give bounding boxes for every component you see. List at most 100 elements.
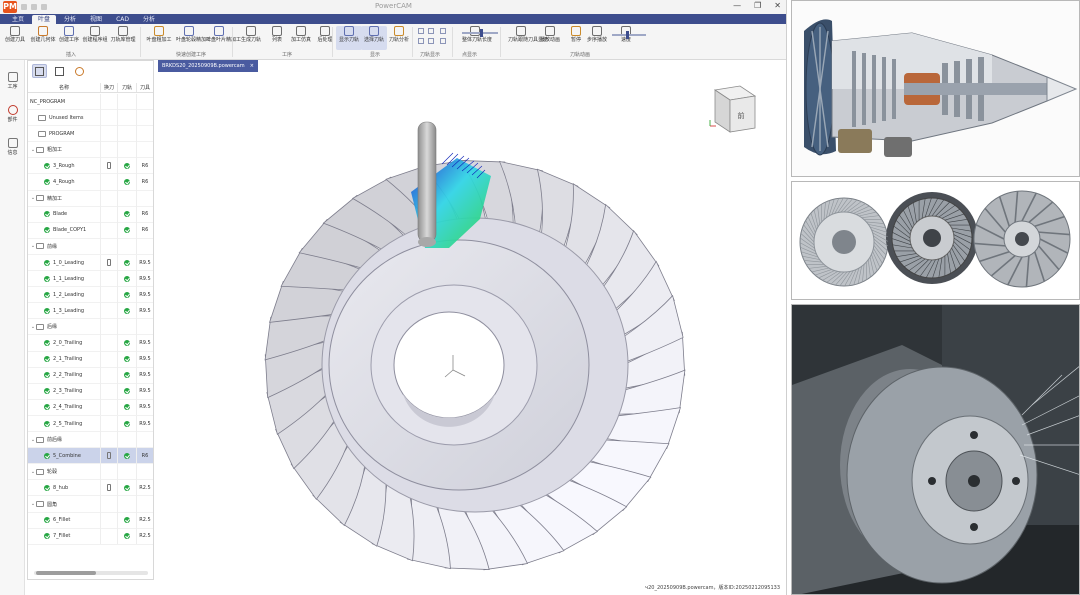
3d-viewport[interactable]: 前 ч20_20250909B.powercam，版本ID:2025021209… — [157, 72, 786, 595]
slider-handle[interactable] — [626, 31, 629, 39]
menu-tab-1[interactable]: 叶盘 — [32, 15, 57, 24]
tree-row[interactable]: 2_1_Trailing R9.5 — [28, 351, 153, 368]
tree-row-name-cell: 7_Fillet — [28, 528, 100, 544]
tree-row[interactable]: PROGRAM — [28, 125, 153, 143]
minimize-button[interactable]: — — [733, 1, 741, 10]
view-cube[interactable]: 前 — [709, 85, 757, 133]
tree-row[interactable]: Unused Items — [28, 109, 153, 127]
ribbon-button-blade-finish[interactable]: 叶盘叶片精加工 — [206, 26, 241, 43]
tree-row-tool-cell — [136, 93, 153, 110]
scrollbar-thumb[interactable] — [36, 571, 96, 575]
tree-row[interactable]: ⌄ 粗加工 — [28, 141, 153, 159]
column-tool[interactable]: 刀具 — [136, 83, 153, 92]
tree-row[interactable]: 2_2_Trailing R9.5 — [28, 367, 153, 384]
ribbon-button-blisk-rough[interactable]: 叶盘粗加工 — [146, 26, 172, 43]
tree-row[interactable]: 1_0_Leading R9.5 — [28, 254, 153, 271]
tree-row[interactable]: ⌄ 轮毂 — [28, 463, 153, 481]
slider-handle[interactable] — [480, 29, 483, 37]
tree-row[interactable]: 1_3_Leading R9.5 — [28, 302, 153, 320]
ribbon-button-simulation[interactable]: 加工仿真 — [288, 26, 314, 43]
ribbon-button-show-toolpath[interactable]: 显示刀轨 — [336, 26, 362, 50]
check-ok-icon — [44, 162, 50, 169]
ribbon-button-select-toolpath[interactable]: 选择刀轨 — [361, 26, 387, 50]
tree-row[interactable]: 2_3_Trailing R9.5 — [28, 383, 153, 400]
tree-row[interactable]: 1_1_Leading R9.5 — [28, 270, 153, 288]
menu-tab-3[interactable]: 视图 — [84, 15, 108, 24]
tree-row[interactable]: 2_0_Trailing R9.5 — [28, 335, 153, 352]
tree-row[interactable]: 2_5_Trailing R9.5 — [28, 415, 153, 432]
tab-geometry[interactable] — [72, 64, 87, 78]
maximize-button[interactable]: ❐ — [754, 1, 761, 10]
folder-icon — [36, 468, 44, 475]
close-button[interactable]: ✕ — [774, 1, 781, 10]
speed-slider[interactable] — [612, 31, 646, 39]
tree-row[interactable]: 6_Fillet R2.5 — [28, 512, 153, 529]
tree-row-tool-change-cell — [100, 367, 117, 384]
ribbon-button-post-process[interactable]: 后处理 — [312, 26, 338, 43]
tree-row-tool-change-cell — [100, 174, 117, 190]
tree-row[interactable]: 1_2_Leading R9.5 — [28, 286, 153, 304]
tree-row-name-cell: ⌄ 精加工 — [28, 190, 100, 206]
display-toggle-icon[interactable] — [418, 38, 424, 44]
tree-row[interactable]: ⌄ 后缘 — [28, 318, 153, 336]
save-icon[interactable] — [21, 4, 27, 10]
tree-row[interactable]: Blade_COPY1 R6 — [28, 222, 153, 239]
column-tool-change[interactable]: 换刀 — [100, 83, 117, 92]
tree-row[interactable]: ⌄ 精加工 — [28, 190, 153, 207]
menu-tab-5[interactable]: 分析 — [137, 15, 161, 24]
ribbon-button-tool-create[interactable]: 创建刀具 — [2, 26, 28, 43]
ribbon-button-generate-toolpath[interactable]: 生成刀轨 — [238, 26, 264, 43]
tree-row-label: 5_Combine — [53, 452, 81, 459]
tree-row[interactable]: ⌄ 前后缘 — [28, 431, 153, 449]
menu-tab-2[interactable]: 分析 — [58, 15, 82, 24]
undo-icon[interactable] — [31, 4, 37, 10]
tree-row[interactable]: NC_PROGRAM — [28, 93, 153, 110]
menu-tab-4[interactable]: CAD — [110, 15, 135, 24]
redo-icon[interactable] — [41, 4, 47, 10]
navigator-horizontal-scrollbar[interactable] — [34, 571, 148, 575]
document-tab[interactable]: BRKDS20_20250909B.powercam × — [158, 60, 258, 72]
ribbon-button-operation[interactable]: 创建工序 — [56, 26, 82, 43]
side-tool-1[interactable]: 部件 — [0, 105, 25, 123]
ribbon-button-play[interactable]: 播放动画 — [537, 26, 563, 43]
column-toolpath[interactable]: 刀轨 — [117, 83, 136, 92]
ribbon-button-toolpath-analysis[interactable]: 刀轨分析 — [386, 26, 412, 43]
navigator-header: 名称 换刀 刀轨 刀具 — [28, 83, 153, 93]
tree-row[interactable]: 3_Rough R6 — [28, 157, 153, 175]
app-logo-icon[interactable]: PM — [3, 1, 17, 13]
column-name[interactable]: 名称 — [28, 83, 100, 92]
display-toggle-icon[interactable] — [440, 38, 446, 44]
ribbon-button-toolpath-library[interactable]: 刀轨库管理 — [110, 26, 136, 43]
side-tool-0[interactable]: 工序 — [0, 72, 25, 90]
tab-machine-tool[interactable] — [52, 64, 67, 78]
tree-row[interactable]: Blade R6 — [28, 206, 153, 223]
blisk-model-scene[interactable]: 前 — [157, 72, 786, 595]
tree-row[interactable]: 2_4_Trailing R9.5 — [28, 399, 153, 416]
tree-row-label: 3_Rough — [53, 162, 75, 169]
display-toggle-icon[interactable] — [418, 28, 424, 34]
tree-row[interactable]: 8_hub R2.5 — [28, 479, 153, 497]
tree-row[interactable]: ⌄ 前缘 — [28, 238, 153, 255]
ribbon-button-step-play[interactable]: 步序播放 — [584, 26, 610, 43]
display-toggle-icon[interactable] — [440, 28, 446, 34]
side-tool-2[interactable]: 信息 — [0, 138, 25, 156]
menu-tab-0[interactable]: 主页 — [6, 15, 30, 24]
display-toggle-icon[interactable] — [428, 38, 434, 44]
tree-row[interactable]: 7_Fillet R2.5 — [28, 528, 153, 545]
speed-slider[interactable] — [462, 29, 498, 37]
ribbon-button-follow-tool[interactable]: 刀轨跟随刀具显示 — [508, 26, 548, 43]
tree-row-tool-change-cell — [100, 431, 117, 448]
tree-row-label: PROGRAM — [49, 130, 75, 137]
ribbon-button-program-group[interactable]: 创建程序组 — [82, 26, 108, 43]
view-cube-face-label: 前 — [738, 111, 745, 120]
ribbon-button-geometry[interactable]: 创建几何体 — [30, 26, 56, 43]
tree-row[interactable]: 5_Combine R6 — [28, 447, 153, 465]
tab-program-order[interactable] — [32, 64, 47, 78]
ribbon-button-hub-finish[interactable]: 叶盘轮毂精加工 — [176, 26, 211, 43]
display-toggle-icon[interactable] — [428, 28, 434, 34]
document-tab-close-icon[interactable]: × — [250, 60, 254, 72]
tree-row[interactable]: ⌄ 圆角 — [28, 496, 153, 513]
ribbon-button-toolpath-length[interactable]: 整体刀轨长度 — [462, 26, 492, 43]
tree-row[interactable]: 4_Rough R6 — [28, 174, 153, 191]
ribbon-button-list[interactable]: 列表 — [264, 26, 290, 43]
